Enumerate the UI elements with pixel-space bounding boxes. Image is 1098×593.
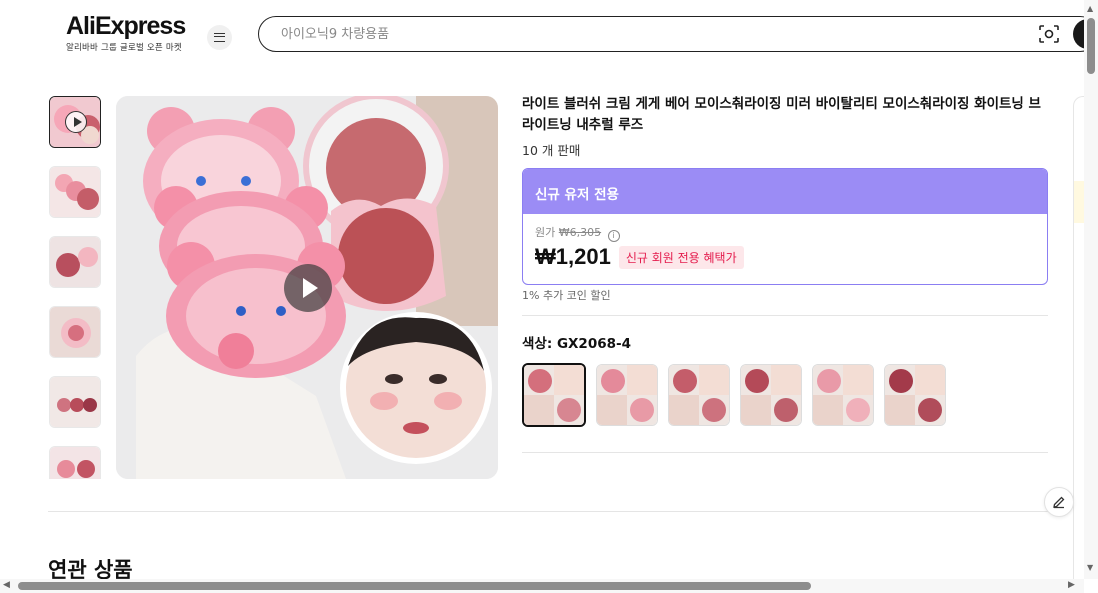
logo-subtitle: 알리바바 그룹 글로벌 오픈 마켓 bbox=[66, 43, 182, 53]
aliexpress-logo[interactable]: AliExpress 알리바바 그룹 글로벌 오픈 마켓 bbox=[66, 12, 186, 53]
color-label: 색상: GX2068-4 bbox=[522, 336, 631, 352]
product-info: 라이트 블러쉬 크림 게게 베어 모이스춰라이징 미러 바이탈리티 모이스춰라이… bbox=[522, 94, 1048, 159]
product-title: 라이트 블러쉬 크림 게게 베어 모이스춰라이징 미러 바이탈리티 모이스춰라이… bbox=[522, 96, 1041, 133]
scroll-right-icon[interactable]: ▶ bbox=[1068, 580, 1075, 590]
thumbnail-list bbox=[48, 96, 102, 479]
color-swatches bbox=[522, 363, 956, 427]
search-input[interactable] bbox=[281, 24, 981, 44]
thumbnail-image[interactable] bbox=[49, 376, 101, 428]
price-badge: 신규 회원 전용 혜택가 bbox=[618, 245, 744, 269]
thumbnail-image[interactable] bbox=[49, 166, 101, 218]
video-play-icon[interactable] bbox=[284, 264, 332, 312]
horizontal-scroll-thumb[interactable] bbox=[18, 582, 811, 590]
original-price-label: 원가 bbox=[535, 226, 556, 239]
logo-text: AliExpress bbox=[66, 12, 186, 40]
thumbnail-image[interactable] bbox=[49, 306, 101, 358]
promo-body: 원가 ₩6,305 i ₩1,201 신규 회원 전용 혜택가 bbox=[523, 214, 1047, 280]
color-swatch[interactable] bbox=[596, 364, 658, 426]
camera-search-icon[interactable] bbox=[1039, 25, 1059, 43]
divider bbox=[522, 315, 1048, 316]
info-icon[interactable]: i bbox=[607, 230, 620, 242]
vertical-scrollbar[interactable]: ▲ ▼ bbox=[1084, 0, 1098, 579]
scroll-down-icon[interactable]: ▼ bbox=[1087, 563, 1093, 572]
original-price-value: ₩6,305 bbox=[558, 226, 602, 239]
sale-price: ₩1,201 bbox=[535, 244, 611, 269]
main-product-image[interactable] bbox=[116, 96, 498, 479]
thumbnail-image[interactable] bbox=[49, 236, 101, 288]
hamburger-icon[interactable] bbox=[207, 25, 232, 50]
original-price: 원가 ₩6,305 i bbox=[535, 224, 1035, 242]
divider bbox=[522, 452, 1048, 453]
promo-header: 신규 유저 전용 bbox=[523, 169, 1047, 214]
color-swatch[interactable] bbox=[884, 364, 946, 426]
top-header: AliExpress 알리바바 그룹 글로벌 오픈 마켓 bbox=[0, 0, 1098, 70]
scroll-left-icon[interactable]: ◀ bbox=[3, 580, 10, 590]
scroll-up-icon[interactable]: ▲ bbox=[1087, 4, 1093, 13]
horizontal-scrollbar[interactable]: ◀ ▶ bbox=[0, 579, 1084, 593]
price-row: ₩1,201 신규 회원 전용 혜택가 bbox=[535, 244, 1035, 270]
color-swatch[interactable] bbox=[740, 364, 802, 426]
vertical-scroll-thumb[interactable] bbox=[1087, 18, 1095, 74]
search-bar bbox=[258, 16, 1098, 52]
side-panel bbox=[1073, 96, 1085, 579]
color-swatch[interactable] bbox=[522, 363, 586, 427]
color-swatch[interactable] bbox=[812, 364, 874, 426]
play-icon bbox=[65, 111, 87, 133]
divider bbox=[48, 511, 1048, 512]
edit-icon[interactable] bbox=[1044, 487, 1074, 517]
coin-discount: 1% 추가 코인 할인 bbox=[522, 289, 611, 302]
sold-count: 10 개 판매 bbox=[522, 143, 581, 158]
new-user-promo-box: 신규 유저 전용 원가 ₩6,305 i ₩1,201 신규 회원 전용 혜택가 bbox=[522, 168, 1048, 285]
thumbnail-video[interactable] bbox=[49, 96, 101, 148]
thumbnail-image[interactable] bbox=[49, 446, 101, 479]
color-swatch[interactable] bbox=[668, 364, 730, 426]
